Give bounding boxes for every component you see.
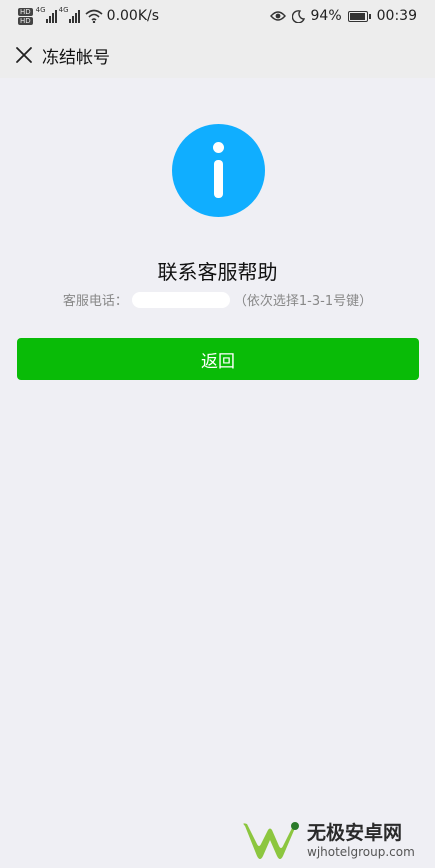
status-bar: HD HD 4G 4G 0.00K/s 94% 00:39 <box>0 0 435 32</box>
moon-icon <box>291 9 305 23</box>
phone-line: 客服电话： （依次选择1-3-1号键） <box>0 290 435 309</box>
network-type-label: 4G <box>35 6 46 14</box>
phone-hint: （依次选择1-3-1号键） <box>233 294 373 309</box>
net-speed: 0.00K/s <box>106 8 160 24</box>
watermark: 无极安卓网 wjhotelgroup.com <box>235 818 425 864</box>
phone-number-redacted <box>131 291 230 308</box>
watermark-text: 无极安卓网 wjhotelgroup.com <box>307 822 415 860</box>
help-heading: 联系客服帮助 <box>157 260 278 284</box>
watermark-logo-icon <box>243 822 299 859</box>
network-type-label: 4G <box>58 6 69 14</box>
nav-bar: 冻结帐号 <box>0 32 435 78</box>
wifi-icon <box>85 9 103 23</box>
battery-percent: 94% <box>310 8 342 24</box>
status-right: 94% 00:39 <box>269 4 417 28</box>
page-title: 冻结帐号 <box>42 47 110 68</box>
eye-icon <box>269 11 286 21</box>
return-button[interactable]: 返回 <box>17 338 419 380</box>
close-icon <box>16 47 32 63</box>
hd-badges: HD HD <box>18 7 33 25</box>
close-button[interactable] <box>12 43 36 67</box>
signal-icon: 4G <box>58 6 80 23</box>
info-icon <box>172 124 265 217</box>
watermark-url: wjhotelgroup.com <box>307 845 415 859</box>
battery-icon <box>347 10 371 22</box>
status-left: HD HD 4G 4G 0.00K/s <box>18 4 159 28</box>
clock: 00:39 <box>376 8 417 24</box>
hd-badge: HD <box>18 16 33 25</box>
watermark-name: 无极安卓网 <box>307 822 403 844</box>
signal-icon: 4G <box>35 6 57 23</box>
phone-label: 客服电话： <box>62 294 128 309</box>
hd-badge: HD <box>18 7 33 16</box>
